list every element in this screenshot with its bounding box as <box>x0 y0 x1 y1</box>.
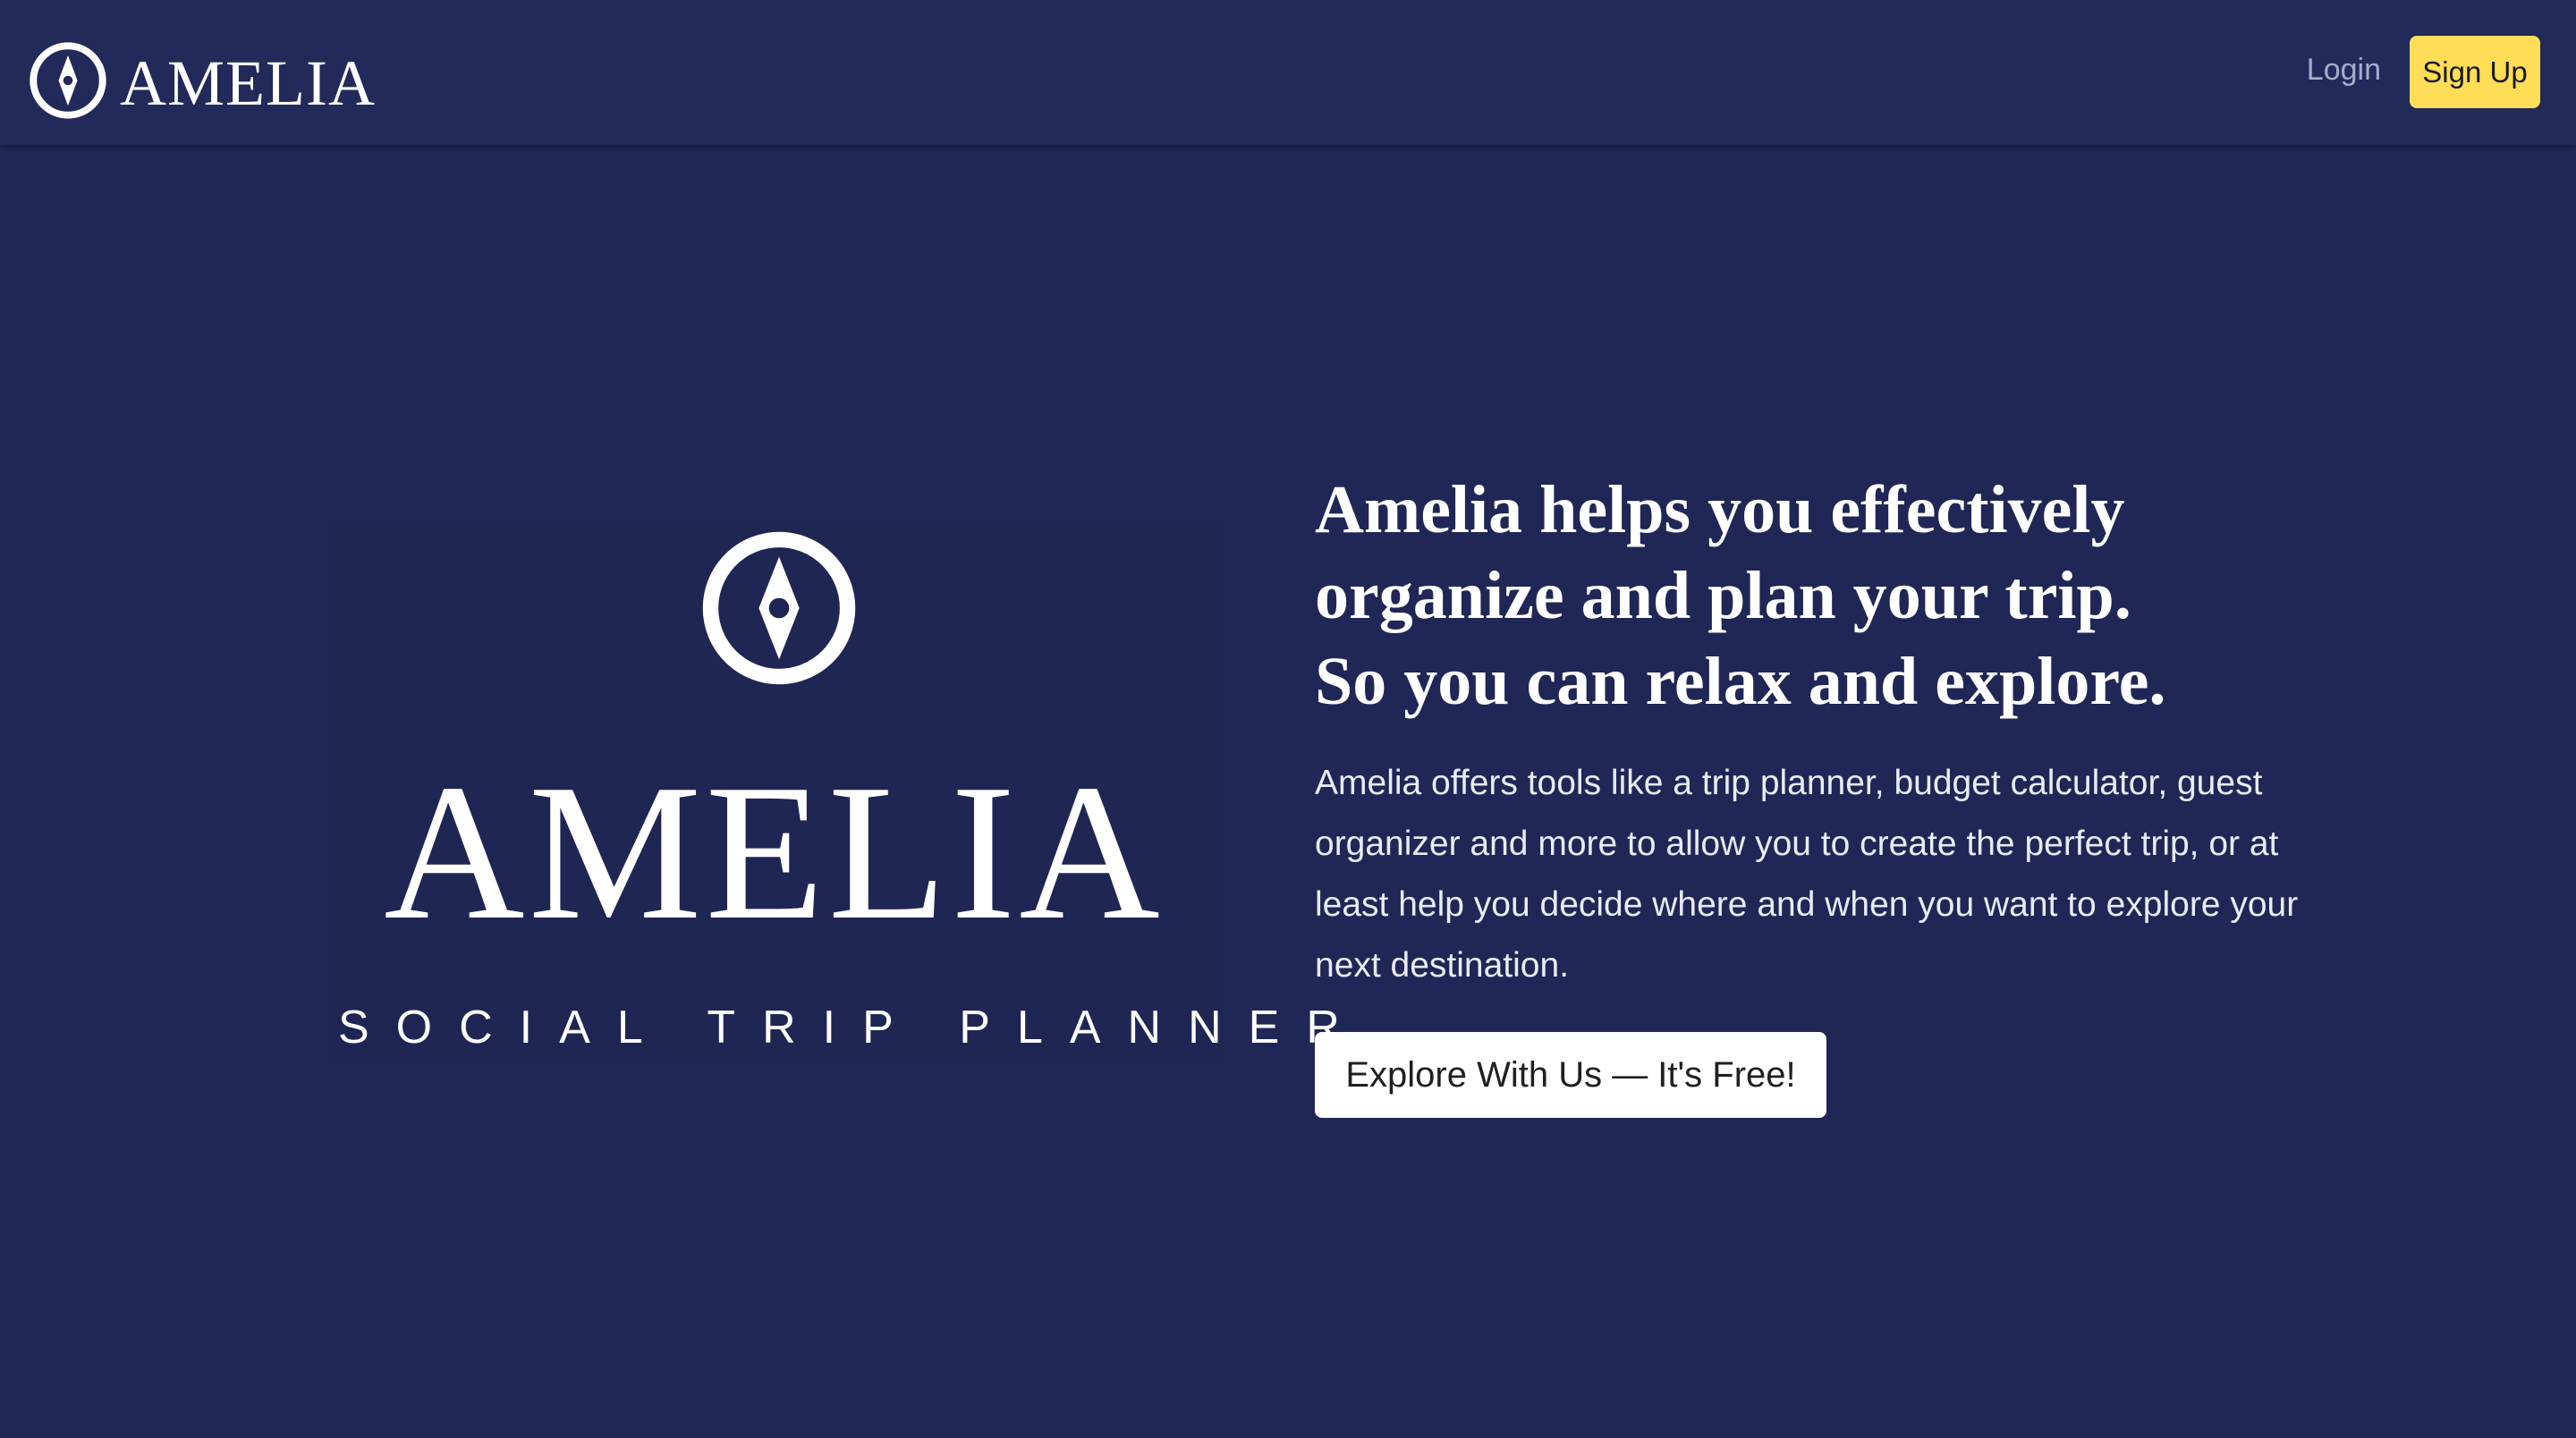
hero-logo-graphic: AMELIA SOCIAL TRIP PLANNER <box>322 514 1340 1069</box>
signup-button[interactable]: Sign Up <box>2410 36 2540 108</box>
hero-headline-line: Amelia helps you effectively <box>1315 472 2125 547</box>
brand-home-link[interactable]: AMELIA <box>29 41 376 120</box>
top-navbar: AMELIA Login Sign Up <box>0 0 2576 146</box>
hero-headline-line: So you can relax and explore. <box>1315 644 2166 719</box>
brand-name: AMELIA <box>120 47 376 119</box>
compass-icon <box>702 531 856 685</box>
hero-headline-line: organize and plan your trip. <box>1315 558 2131 633</box>
explore-cta-button[interactable]: Explore With Us — It's Free! <box>1315 1032 1826 1118</box>
hero-description: Amelia offers tools like a trip planner,… <box>1315 764 2299 985</box>
hero-copy: Amelia helps you effectively organize an… <box>1315 467 2334 996</box>
hero-headline: Amelia helps you effectively organize an… <box>1315 467 2334 724</box>
hero-logo-name: AMELIA <box>384 745 1164 960</box>
login-link[interactable]: Login <box>2307 52 2381 88</box>
hero-logo-tagline: SOCIAL TRIP PLANNER <box>338 1002 1367 1053</box>
compass-icon <box>30 42 106 119</box>
